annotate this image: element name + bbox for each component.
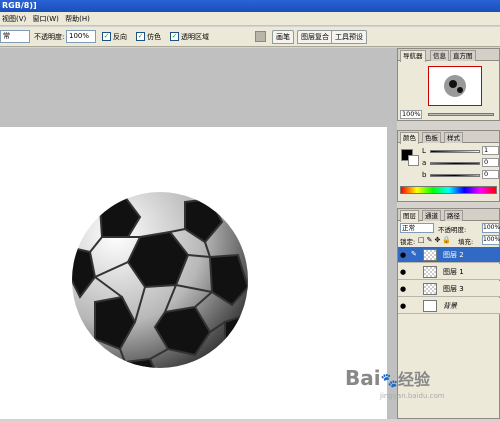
zoom-slider[interactable] xyxy=(428,113,494,116)
layer-thumbnail xyxy=(423,300,437,312)
palette-well-icon[interactable] xyxy=(255,31,266,42)
eye-icon[interactable]: ● xyxy=(400,268,408,276)
channel-b-value[interactable]: 0 xyxy=(482,170,499,179)
document-canvas[interactable] xyxy=(0,127,387,419)
navigator-thumbnail xyxy=(444,75,466,97)
layer-name: 图层 2 xyxy=(443,251,464,259)
color-panel: 颜色 色板 样式 L 1 a 0 b 0 xyxy=(397,130,500,202)
blend-mode-select[interactable]: 正常 xyxy=(400,223,434,233)
channel-a-slider[interactable] xyxy=(430,162,480,165)
mode-select[interactable]: 常 xyxy=(0,30,30,43)
navigator-preview[interactable] xyxy=(428,66,482,106)
transparency-checkbox[interactable]: ✓ xyxy=(170,32,179,41)
layer-row-2[interactable]: ● ✎ 图层 2 xyxy=(398,247,500,263)
tab-color[interactable]: 颜色 xyxy=(400,132,419,144)
reverse-label: 反向 xyxy=(113,33,127,41)
fill-input[interactable]: 100% xyxy=(482,235,500,245)
tab-paths[interactable]: 路径 xyxy=(444,210,463,221)
watermark-url: jingyan.baidu.com xyxy=(380,392,445,400)
menu-bar: 视图(V) 窗口(W) 帮助(H) xyxy=(0,12,500,26)
transparency-label: 透明区域 xyxy=(181,33,209,41)
color-spectrum-bar[interactable] xyxy=(400,186,497,194)
layer-name: 背景 xyxy=(443,302,457,310)
background-color-swatch[interactable] xyxy=(408,155,419,166)
opacity-label: 不透明度: xyxy=(34,33,65,41)
channel-l-value[interactable]: 1 xyxy=(482,146,499,155)
channel-l-label: L xyxy=(422,147,426,155)
options-bar: 常 不透明度: 100% ✓ 反向 ✓ 仿色 ✓ 透明区域 画笔 图层复合 工具… xyxy=(0,27,500,47)
channel-b-label: b xyxy=(422,171,427,179)
opacity-input[interactable]: 100% xyxy=(66,30,96,43)
layer-opacity-input[interactable]: 100% xyxy=(482,223,500,233)
tab-layers[interactable]: 图层 xyxy=(400,210,419,222)
paw-icon: 🐾 xyxy=(380,373,399,389)
lock-label: 锁定: xyxy=(400,238,416,246)
channel-a-label: a xyxy=(422,159,427,167)
layer-name: 图层 1 xyxy=(443,268,464,276)
eye-icon[interactable]: ● xyxy=(400,302,408,310)
channel-a-value[interactable]: 0 xyxy=(482,158,499,167)
tab-swatches[interactable]: 色板 xyxy=(422,132,441,143)
lock-icons[interactable]: □✎✥🔒 xyxy=(418,236,453,244)
tab-info[interactable]: 信息 xyxy=(430,50,449,61)
channel-l-slider[interactable] xyxy=(430,150,480,153)
dither-checkbox[interactable]: ✓ xyxy=(136,32,145,41)
layer-thumbnail xyxy=(423,283,437,295)
layer-row-1[interactable]: ● 图层 1 xyxy=(398,264,500,280)
tab-navigator[interactable]: 导航器 xyxy=(400,50,426,62)
menu-help[interactable]: 帮助(H) xyxy=(65,15,90,23)
layer-row-3[interactable]: ● 图层 3 xyxy=(398,281,500,297)
menu-view[interactable]: 视图(V) xyxy=(2,15,26,23)
fill-label: 填充: xyxy=(458,238,474,246)
watermark-logo: Bai🐾经验 xyxy=(345,366,431,390)
menu-window[interactable]: 窗口(W) xyxy=(33,15,59,23)
title-bar: RGB/8)] xyxy=(0,0,500,12)
zoom-field[interactable]: 100% xyxy=(400,110,422,119)
soccer-ball-image xyxy=(72,192,248,368)
tab-layer-comps[interactable]: 图层复合 xyxy=(297,30,333,44)
eye-icon[interactable]: ● xyxy=(400,285,408,293)
dither-label: 仿色 xyxy=(147,33,161,41)
tab-brushes[interactable]: 画笔 xyxy=(272,30,294,44)
eye-icon[interactable]: ● xyxy=(400,251,408,259)
layer-opacity-label: 不透明度: xyxy=(438,226,467,234)
brush-icon: ✎ xyxy=(411,250,417,258)
navigator-panel: 导航器 信息 直方图 100% xyxy=(397,48,500,121)
tab-histogram[interactable]: 直方图 xyxy=(450,50,476,61)
channel-b-slider[interactable] xyxy=(430,174,480,177)
layer-row-background[interactable]: ● 背景 xyxy=(398,298,500,314)
layer-thumbnail xyxy=(423,266,437,278)
tab-tool-presets[interactable]: 工具预设 xyxy=(331,30,367,44)
tab-channels[interactable]: 通道 xyxy=(422,210,441,221)
layer-thumbnail xyxy=(423,249,437,261)
layer-name: 图层 3 xyxy=(443,285,464,293)
reverse-checkbox[interactable]: ✓ xyxy=(102,32,111,41)
tab-styles[interactable]: 样式 xyxy=(444,132,463,143)
